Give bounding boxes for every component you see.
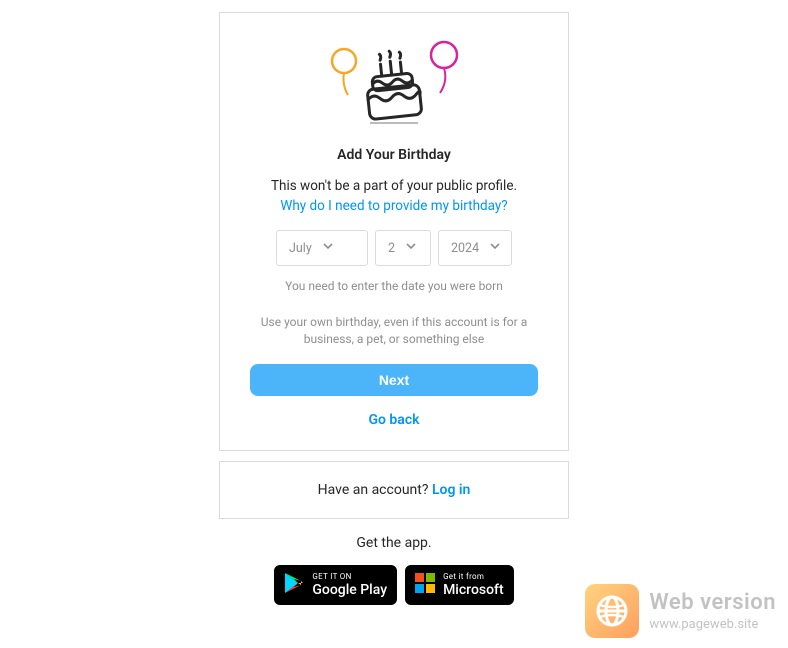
why-birthday-link[interactable]: Why do I need to provide my birthday? (250, 196, 538, 216)
birthday-card: Add Your Birthday This won't be a part o… (219, 12, 569, 451)
watermark: Web version www.pageweb.site (585, 584, 776, 638)
day-select[interactable]: 2 (375, 230, 431, 266)
hint-own-birthday: Use your own birthday, even if this acco… (250, 314, 538, 349)
subtitle-block: This won't be a part of your public prof… (250, 177, 538, 216)
globe-icon (585, 584, 639, 638)
next-button[interactable]: Next (250, 364, 538, 396)
chevron-down-icon (405, 240, 417, 256)
go-back-link[interactable]: Go back (250, 412, 538, 428)
microsoft-text: Get it from Microsoft (443, 573, 504, 597)
app-badges: GET IT ON Google Play Get it from Micros… (274, 565, 513, 605)
watermark-text: Web version www.pageweb.site (649, 590, 776, 632)
form-subtitle: This won't be a part of your public prof… (250, 177, 538, 196)
year-value: 2024 (451, 241, 479, 256)
chevron-down-icon (322, 240, 334, 256)
microsoft-icon (415, 573, 435, 597)
month-select[interactable]: July (276, 230, 368, 266)
google-play-badge[interactable]: GET IT ON Google Play (274, 565, 397, 605)
login-card: Have an account? Log in (219, 461, 569, 519)
get-app-label: Get the app. (356, 535, 431, 551)
login-prompt: Have an account? (318, 482, 432, 498)
chevron-down-icon (489, 240, 501, 256)
google-play-text: GET IT ON Google Play (312, 573, 387, 597)
month-value: July (289, 241, 312, 256)
google-play-icon (284, 572, 304, 598)
day-value: 2 (388, 241, 395, 256)
form-title: Add Your Birthday (250, 147, 538, 163)
birthday-cake-illustration (250, 33, 538, 133)
microsoft-badge[interactable]: Get it from Microsoft (405, 565, 514, 605)
date-selects: July 2 2024 (250, 230, 538, 266)
login-link[interactable]: Log in (432, 482, 470, 498)
year-select[interactable]: 2024 (438, 230, 512, 266)
hint-enter-date: You need to enter the date you were born (250, 278, 538, 295)
